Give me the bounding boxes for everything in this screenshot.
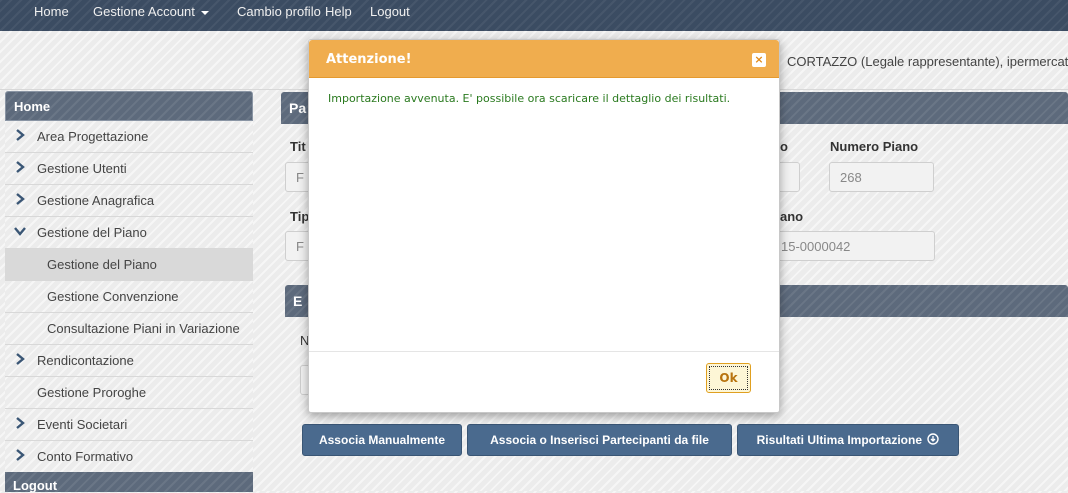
dialog-footer-divider	[309, 351, 779, 352]
alert-dialog: Attenzione! × Importazione avvenuta. E' …	[308, 39, 780, 413]
ok-button[interactable]: Ok	[706, 363, 751, 393]
dialog-message: Importazione avvenuta. E' possibile ora …	[328, 92, 731, 105]
dialog-header: Attenzione! ×	[309, 40, 779, 78]
dialog-title: Attenzione!	[326, 52, 412, 67]
close-icon[interactable]: ×	[752, 53, 766, 67]
